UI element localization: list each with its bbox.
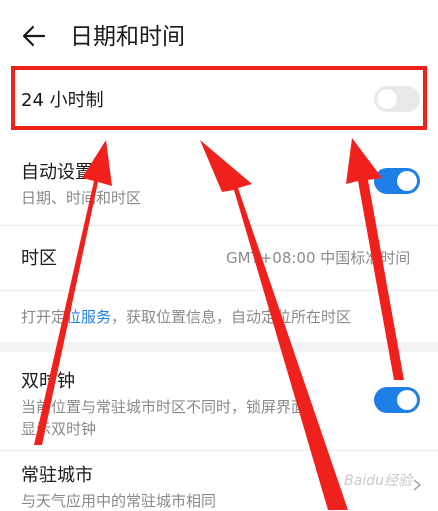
- annotation-arrows: [34, 138, 404, 510]
- annotation-arrow-left: [34, 140, 112, 445]
- annotation-arrow-center: [200, 140, 348, 510]
- annotation-arrow-right: [346, 138, 404, 380]
